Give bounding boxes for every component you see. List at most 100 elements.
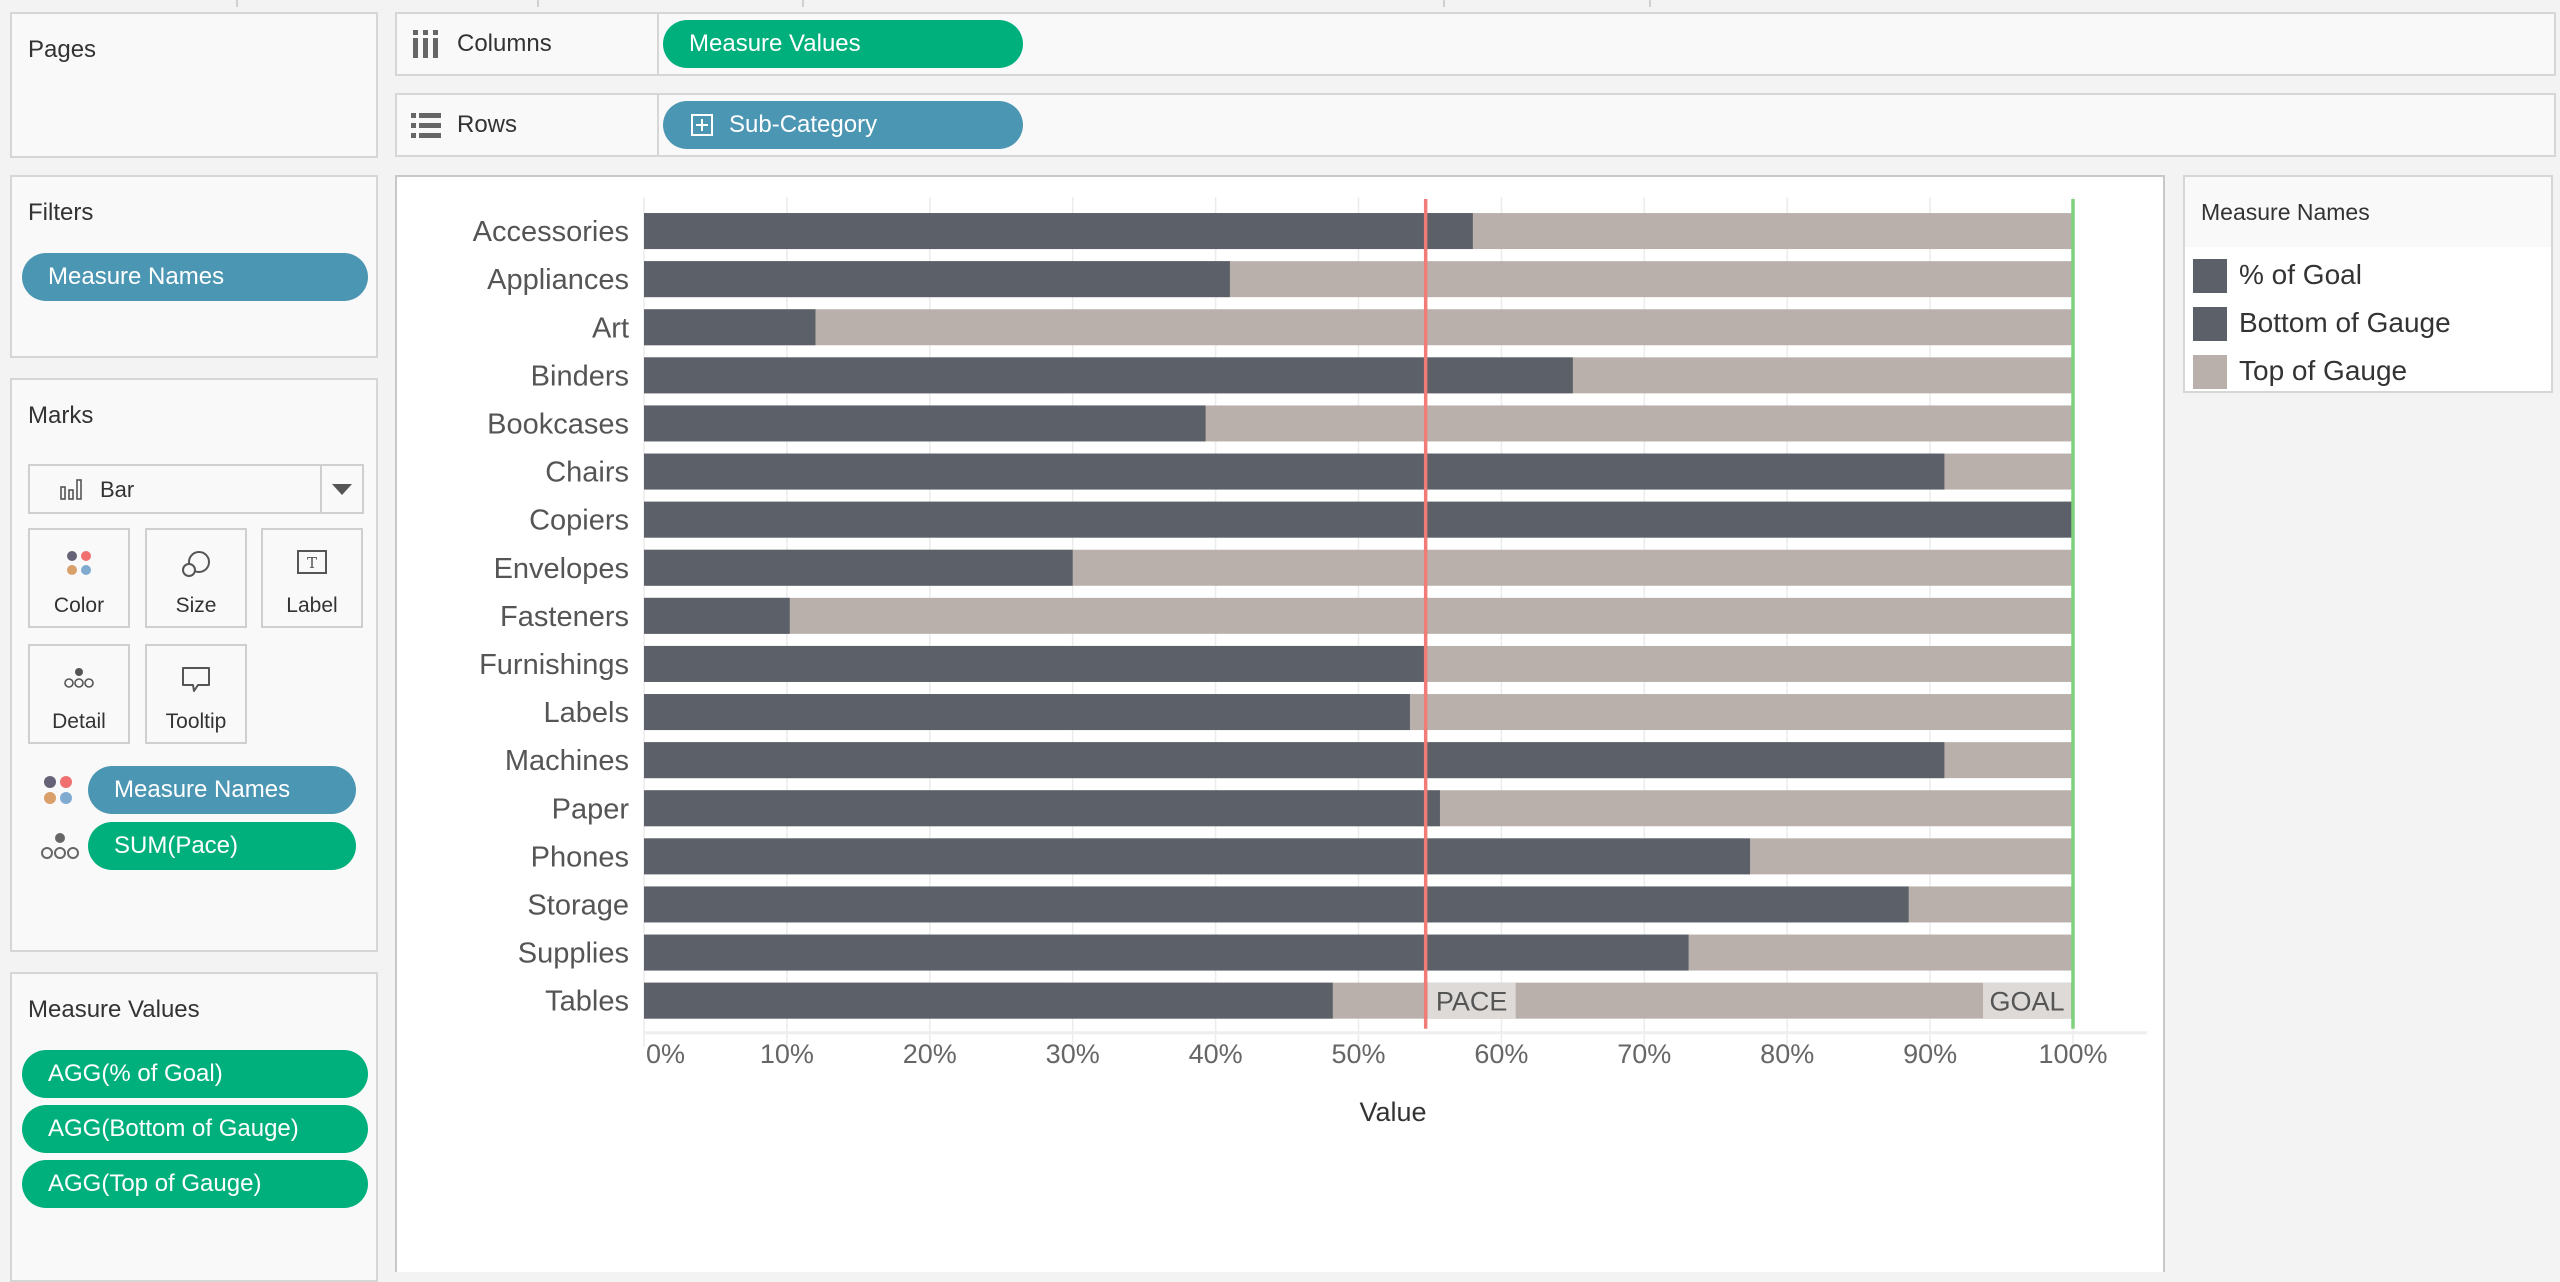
color-icon bbox=[44, 776, 72, 804]
legend-label: % of Goal bbox=[2239, 259, 2362, 290]
color-button[interactable]: Color bbox=[28, 528, 130, 628]
detail-icon bbox=[41, 833, 79, 859]
columns-label: Columns bbox=[457, 30, 552, 57]
category-label: Envelopes bbox=[494, 553, 629, 585]
bar-percent-of-goal[interactable] bbox=[644, 261, 1230, 298]
pill-label: Sub-Category bbox=[729, 111, 878, 138]
category-label: Tables bbox=[545, 986, 629, 1018]
detail-icon bbox=[64, 668, 94, 688]
x-tick-label: 90% bbox=[1903, 1039, 1957, 1069]
svg-text:T: T bbox=[307, 554, 317, 572]
measure-value-pill[interactable]: AGG(Bottom of Gauge) bbox=[22, 1105, 368, 1153]
measure-values-card[interactable]: Measure Values AGG(% of Goal) AGG(Bottom… bbox=[10, 972, 378, 1282]
pill-label: Measure Names bbox=[48, 263, 225, 290]
pill-label: SUM(Pace) bbox=[114, 832, 239, 859]
bar-chart-icon bbox=[60, 479, 82, 500]
bar-percent-of-goal[interactable] bbox=[644, 645, 1426, 682]
pill-label: AGG(Bottom of Gauge) bbox=[48, 1115, 299, 1142]
detail-label: Detail bbox=[52, 710, 106, 733]
pages-title: Pages bbox=[28, 36, 97, 63]
marks-field-sum-pace[interactable]: SUM(Pace) bbox=[88, 822, 356, 870]
x-tick-label: 70% bbox=[1617, 1039, 1671, 1069]
pill-label: Measure Names bbox=[114, 776, 291, 803]
mark-type-dropdown[interactable]: Bar bbox=[28, 464, 364, 514]
columns-pill-measure-values[interactable]: Measure Values bbox=[663, 20, 1023, 68]
rows-pill-sub-category[interactable]: Sub-Category bbox=[663, 101, 1023, 149]
marks-field-measure-names[interactable]: Measure Names bbox=[88, 766, 356, 814]
bar-percent-of-goal[interactable] bbox=[644, 357, 1573, 394]
color-legend[interactable]: Measure Names % of Goal Bottom of Gauge … bbox=[2183, 175, 2553, 393]
rows-shelf-label-area: Rows bbox=[397, 95, 659, 155]
rows-shelf[interactable]: Rows Sub-Category bbox=[395, 93, 2556, 157]
bar-percent-of-goal[interactable] bbox=[644, 549, 1073, 586]
size-button[interactable]: Size bbox=[145, 528, 247, 628]
category-label: Binders bbox=[531, 360, 629, 392]
category-label: Phones bbox=[531, 841, 629, 873]
category-label: Furnishings bbox=[479, 649, 629, 681]
pill-label: AGG(% of Goal) bbox=[48, 1060, 223, 1087]
columns-shelf-label-area: Columns bbox=[397, 14, 659, 74]
category-label: Art bbox=[592, 312, 629, 344]
size-label: Size bbox=[175, 594, 217, 617]
gauge-bar-chart[interactable]: PACE GOAL Accessories Appliances Art Binders… bbox=[397, 177, 2167, 1274]
bar-percent-of-goal[interactable] bbox=[644, 934, 1689, 971]
toolbar-separator bbox=[802, 0, 804, 7]
category-label: Appliances bbox=[487, 264, 629, 296]
detail-button[interactable]: Detail bbox=[28, 644, 130, 744]
bar-top-of-gauge[interactable] bbox=[644, 309, 2073, 346]
measure-value-pill[interactable]: AGG(% of Goal) bbox=[22, 1050, 368, 1098]
x-tick-label: 30% bbox=[1046, 1039, 1100, 1069]
pill-label: Measure Values bbox=[689, 30, 861, 57]
bar-percent-of-goal[interactable] bbox=[644, 309, 816, 346]
x-tick-label: 20% bbox=[903, 1039, 957, 1069]
x-tick-label: 0% bbox=[646, 1039, 685, 1069]
category-label: Accessories bbox=[473, 216, 629, 248]
bar-percent-of-goal[interactable] bbox=[644, 694, 1410, 731]
color-label: Color bbox=[53, 594, 105, 617]
bar-percent-of-goal[interactable] bbox=[644, 838, 1751, 875]
bar-percent-of-goal[interactable] bbox=[644, 213, 1473, 250]
legend-swatch bbox=[2193, 307, 2227, 341]
bar-percent-of-goal[interactable] bbox=[644, 982, 1333, 1019]
tooltip-button[interactable]: Tooltip bbox=[145, 644, 247, 744]
filters-card[interactable]: Filters Measure Names bbox=[10, 175, 378, 358]
marks-title: Marks bbox=[28, 402, 94, 429]
chart-view[interactable]: PACE GOAL Accessories Appliances Art Binders… bbox=[395, 175, 2165, 1272]
measure-values-title: Measure Values bbox=[28, 996, 200, 1023]
x-axis-ticks: 0% 10% 20% 30% 40% 50% 60% 70% 80% 90% 100% bbox=[646, 1039, 2108, 1069]
category-label: Storage bbox=[527, 889, 629, 921]
tooltip-label: Tooltip bbox=[165, 710, 227, 733]
bars bbox=[644, 213, 2073, 1019]
measure-value-pill[interactable]: AGG(Top of Gauge) bbox=[22, 1160, 368, 1208]
bar-top-of-gauge[interactable] bbox=[644, 597, 2073, 634]
category-labels: Accessories Appliances Art Binders Bookcases… bbox=[473, 216, 630, 1018]
filters-title: Filters bbox=[28, 199, 94, 226]
category-label: Labels bbox=[544, 697, 629, 729]
expand-plus-icon[interactable] bbox=[691, 114, 713, 136]
legend-label: Top of Gauge bbox=[2239, 355, 2408, 386]
pages-card[interactable]: Pages bbox=[10, 12, 378, 158]
mark-type-label: Bar bbox=[100, 477, 135, 502]
bar-percent-of-goal[interactable] bbox=[644, 742, 1945, 779]
bar-percent-of-goal[interactable] bbox=[644, 405, 1206, 442]
bar-percent-of-goal[interactable] bbox=[644, 790, 1440, 827]
x-tick-label: 50% bbox=[1331, 1039, 1385, 1069]
dropdown-button[interactable] bbox=[320, 466, 362, 512]
toolbar-separator bbox=[1443, 0, 1445, 7]
color-icon bbox=[67, 551, 91, 575]
x-tick-label: 10% bbox=[760, 1039, 814, 1069]
size-icon bbox=[182, 551, 210, 577]
category-label: Supplies bbox=[518, 938, 629, 970]
reference-label-goal: GOAL bbox=[1989, 987, 2064, 1017]
bar-percent-of-goal[interactable] bbox=[644, 886, 1909, 923]
marks-card[interactable]: Marks Bar Color Size T Label Detail Tool… bbox=[10, 378, 378, 952]
toolbar-separator bbox=[1649, 0, 1651, 7]
pill-label: AGG(Top of Gauge) bbox=[48, 1170, 262, 1197]
bar-percent-of-goal[interactable] bbox=[644, 453, 1945, 490]
bar-percent-of-goal[interactable] bbox=[644, 597, 790, 634]
label-button[interactable]: T Label bbox=[261, 528, 363, 628]
columns-shelf[interactable]: Columns Measure Values bbox=[395, 12, 2556, 76]
bar-percent-of-goal[interactable] bbox=[644, 501, 2073, 538]
x-tick-label: 80% bbox=[1760, 1039, 1814, 1069]
filter-pill-measure-names[interactable]: Measure Names bbox=[22, 253, 368, 301]
